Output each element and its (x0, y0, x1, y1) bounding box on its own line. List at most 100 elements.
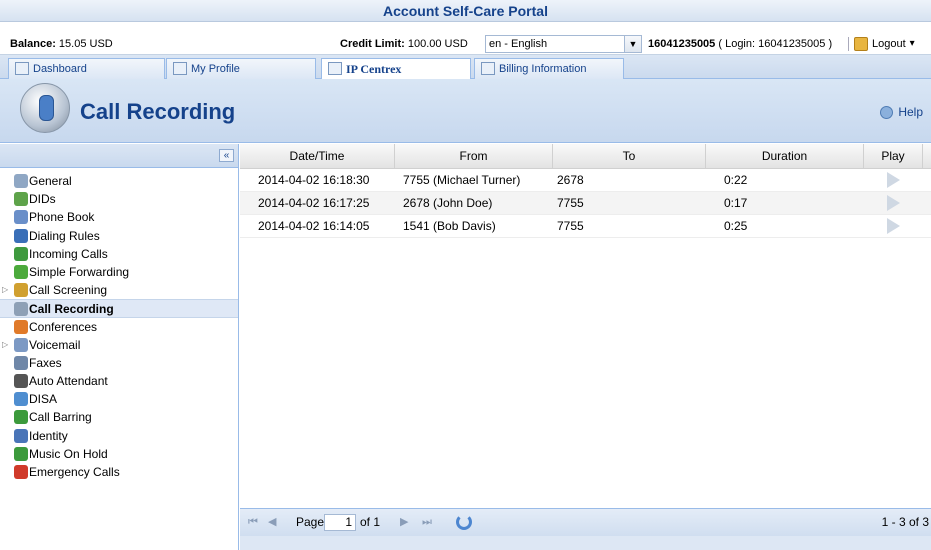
tab-label: My Profile (191, 63, 240, 75)
play-icon[interactable] (887, 218, 900, 234)
sidebar-item-call-recording[interactable]: Call Recording (0, 299, 238, 318)
tab-label: Billing Information (499, 63, 587, 75)
music-on-hold-icon (14, 446, 28, 461)
sidebar-item-auto-attendant[interactable]: Auto Attendant (0, 372, 238, 390)
refresh-icon[interactable] (456, 514, 472, 530)
expand-icon[interactable]: ▷ (2, 336, 8, 354)
pager-toolbar: ⏮ ◀ Page 1 of 1 ▶ ⏭ 1 - 3 of 3 (240, 508, 931, 536)
table-row[interactable]: 2014-04-02 16:14:05 1541 (Bob Davis) 7755 0… (240, 215, 931, 238)
tab-billing-information[interactable]: Billing Information (474, 58, 624, 79)
cell-datetime: 2014-04-02 16:17:25 (258, 196, 370, 210)
sidebar-item-label: Emergency Calls (29, 465, 120, 479)
call-recording-icon (20, 83, 70, 133)
expand-icon[interactable]: ▷ (2, 281, 8, 299)
sidebar-item-label: Call Barring (29, 410, 92, 425)
sidebar-item-label: General (29, 174, 72, 188)
call-screening-icon (14, 283, 28, 298)
cell-to: 7755 (557, 196, 584, 210)
gear-icon (328, 62, 342, 75)
emergency-calls-icon (14, 465, 28, 479)
previous-page-icon[interactable]: ◀ (268, 509, 276, 536)
user-icon (173, 62, 187, 75)
account-login: ( Login: 16041235005 ) (718, 38, 833, 50)
sidebar-item-label: DIDs (29, 192, 56, 207)
sidebar-item-label: Simple Forwarding (29, 264, 130, 279)
incoming-calls-icon (14, 246, 28, 261)
page-title: Call Recording (80, 99, 236, 124)
page-header: Call Recording Help (0, 79, 931, 143)
column-header-play[interactable]: Play (864, 144, 923, 168)
document-icon (481, 62, 495, 75)
sidebar-item-identity[interactable]: Identity (0, 427, 238, 445)
gear-icon (14, 174, 28, 188)
sidebar-item-call-barring[interactable]: Call Barring (0, 408, 238, 426)
sidebar-item-label: Music On Hold (29, 446, 108, 461)
language-select[interactable]: en - English ▼ (485, 35, 642, 53)
account-number: 16041235005 (648, 38, 716, 50)
cell-datetime: 2014-04-02 16:18:30 (258, 173, 370, 187)
sidebar-item-label: Incoming Calls (29, 246, 108, 261)
help-label: Help (898, 105, 923, 119)
sidebar-item-label: Dialing Rules (29, 228, 100, 243)
sidebar-item-label: Identity (29, 428, 68, 443)
first-page-icon[interactable]: ⏮ (248, 509, 258, 536)
sidebar-item-simple-forwarding[interactable]: Simple Forwarding (0, 263, 238, 281)
play-icon[interactable] (887, 172, 900, 188)
chevron-down-icon[interactable]: ▼ (624, 36, 641, 52)
sidebar-item-dialing-rules[interactable]: Dialing Rules (0, 227, 238, 245)
page-number-input[interactable]: 1 (324, 514, 356, 531)
sidebar-item-label: Call Screening (29, 283, 108, 298)
sidebar-item-phone-book[interactable]: Phone Book (0, 208, 238, 226)
sidebar-item-general[interactable]: General (0, 172, 238, 190)
page-label: Page (296, 515, 325, 529)
phonebook-icon (14, 210, 28, 225)
cell-from: 7755 (Michael Turner) (403, 173, 521, 187)
sidebar-item-call-screening[interactable]: ▷ Call Screening (0, 281, 238, 299)
tab-my-profile[interactable]: My Profile (166, 58, 316, 79)
identity-icon (14, 428, 28, 443)
help-button[interactable]: Help (880, 105, 923, 119)
forwarding-icon (14, 264, 28, 279)
cell-duration: 0:22 (724, 173, 748, 187)
cell-from: 2678 (John Doe) (403, 196, 493, 210)
column-header-datetime[interactable]: Date/Time (240, 144, 395, 168)
play-icon[interactable] (887, 195, 900, 211)
fax-icon (14, 355, 28, 370)
record-count: 1 - 3 of 3 (881, 515, 929, 529)
next-page-icon[interactable]: ▶ (400, 509, 408, 536)
table-row[interactable]: 2014-04-02 16:18:30 7755 (Michael Turner)… (240, 169, 931, 192)
sidebar-item-conferences[interactable]: Conferences (0, 318, 238, 336)
sidebar-item-emergency-calls[interactable]: Emergency Calls (0, 463, 238, 481)
bottom-strip (240, 536, 931, 550)
page-of-label: of 1 (360, 515, 381, 529)
sidebar-item-incoming-calls[interactable]: Incoming Calls (0, 245, 238, 263)
credit-limit-value: 100.00 USD (407, 38, 468, 50)
last-page-icon[interactable]: ⏭ (422, 509, 432, 536)
balance-label: Balance: (10, 38, 56, 50)
sidebar-item-voicemail[interactable]: ▷ Voicemail (0, 336, 238, 354)
call-recording-icon (14, 302, 28, 317)
sidebar-item-music-on-hold[interactable]: Music On Hold (0, 445, 238, 463)
logout-button[interactable]: Logout ▾ (854, 33, 915, 55)
sidebar-item-label: Auto Attendant (29, 374, 108, 389)
sidebar-nav: General DIDs Phone Book Dialing Rules Incomi… (0, 168, 238, 481)
sidebar-item-dids[interactable]: DIDs (0, 190, 238, 208)
sidebar-item-disa[interactable]: DISA (0, 390, 238, 408)
sidebar-header: « (0, 144, 238, 168)
credit-limit: Credit Limit: 100.00 USD (340, 33, 468, 55)
tab-ip-centrex[interactable]: IP Centrex (321, 58, 471, 80)
grid-body: 2014-04-02 16:18:30 7755 (Michael Turner)… (240, 169, 931, 238)
credit-limit-label: Credit Limit: (340, 38, 405, 50)
logout-label: Logout (872, 38, 906, 50)
balance: Balance: 15.05 USD (10, 33, 113, 55)
column-header-to[interactable]: To (553, 144, 706, 168)
conferences-icon (14, 319, 28, 334)
column-header-duration[interactable]: Duration (706, 144, 864, 168)
table-row[interactable]: 2014-04-02 16:17:25 2678 (John Doe) 7755 0:… (240, 192, 931, 215)
tab-dashboard[interactable]: Dashboard (8, 58, 165, 79)
collapse-icon[interactable]: « (219, 149, 234, 162)
account-id: 16041235005 ( Login: 16041235005 ) (648, 33, 832, 55)
grid-header: Date/Time From To Duration Play (240, 144, 931, 169)
sidebar-item-faxes[interactable]: Faxes (0, 354, 238, 372)
column-header-from[interactable]: From (395, 144, 553, 168)
